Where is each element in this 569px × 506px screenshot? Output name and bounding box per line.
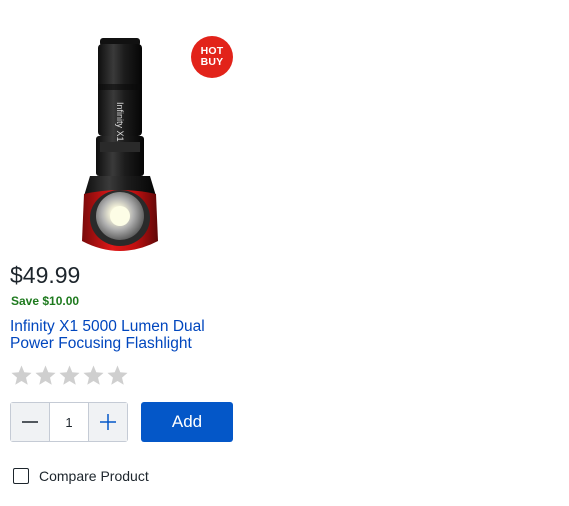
product-title-link[interactable]: Infinity X1 5000 Lumen Dual Power Focusi…: [10, 318, 240, 352]
hot-buy-badge: HOT BUY: [191, 36, 233, 78]
decrement-button[interactable]: [11, 403, 50, 441]
plus-icon: [100, 414, 116, 430]
compare-label: Compare Product: [39, 468, 149, 484]
product-image-link[interactable]: Infinity X1: [70, 36, 170, 258]
product-price: $49.99: [10, 262, 81, 288]
minus-icon: [22, 421, 38, 423]
badge-line-2: BUY: [200, 56, 224, 68]
star-icon: [107, 365, 128, 385]
quantity-stepper: [10, 402, 128, 442]
star-icon: [83, 365, 104, 385]
increment-button[interactable]: [88, 403, 127, 441]
quantity-input[interactable]: [50, 403, 88, 441]
star-icon: [11, 365, 32, 385]
compare-product-toggle[interactable]: Compare Product: [13, 468, 149, 484]
rating-stars: [10, 364, 129, 387]
product-title-line-2: Power Focusing Flashlight: [10, 335, 192, 352]
compare-checkbox[interactable]: [13, 468, 29, 484]
star-icon: [59, 365, 80, 385]
flashlight-image: Infinity X1: [82, 38, 158, 251]
product-card: Infinity X1 HOT BUY $49.99 Save $10.00 I…: [0, 0, 569, 506]
add-to-cart-button[interactable]: Add: [141, 402, 233, 442]
star-icon: [35, 365, 56, 385]
flashlight-brand-text: Infinity X1: [115, 102, 125, 142]
savings-text: Save $10.00: [11, 294, 80, 308]
product-title-line-1: Infinity X1 5000 Lumen Dual: [10, 318, 205, 335]
